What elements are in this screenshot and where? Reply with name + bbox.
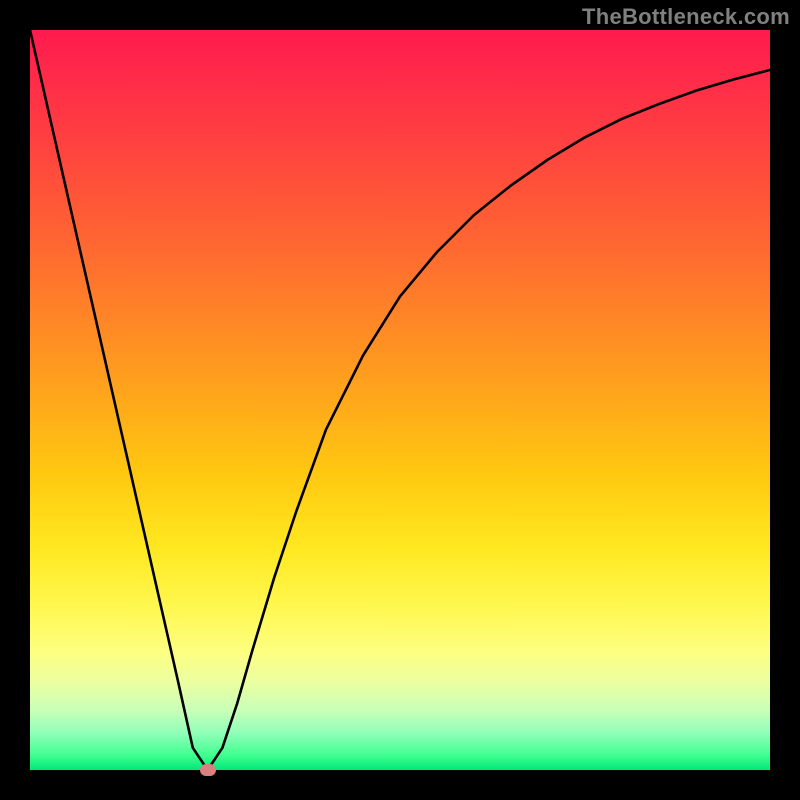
chart-container: TheBottleneck.com <box>0 0 800 800</box>
optimal-marker <box>200 764 216 776</box>
branding-text: TheBottleneck.com <box>582 4 790 30</box>
plot-area <box>30 30 770 770</box>
bottleneck-curve-path <box>30 30 770 770</box>
curve-svg <box>30 30 770 770</box>
